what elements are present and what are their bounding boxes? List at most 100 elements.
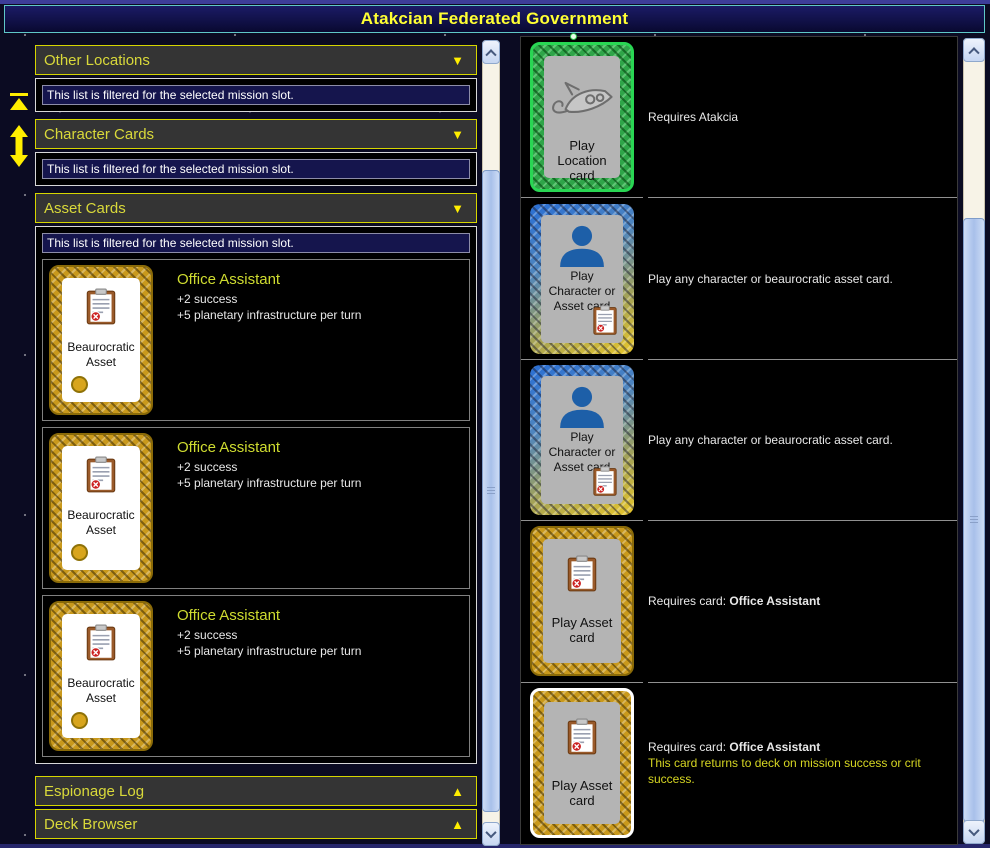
chevron-up-icon: [968, 47, 979, 58]
chevron-down-icon: ▼: [451, 127, 464, 142]
slot-description: Requires card:: [648, 740, 726, 754]
slot-description: Requires Atakcia: [648, 109, 947, 125]
section-body-character-cards: This list is filtered for the selected m…: [35, 152, 477, 186]
chevron-up-icon: ▲: [451, 817, 464, 832]
asset-card-entry[interactable]: Beaurocratic Asset Office Assistant +2 s…: [42, 259, 470, 421]
section-label: Deck Browser: [44, 816, 137, 833]
mission-slot-row: Play Asset card Requires card: Office As…: [521, 521, 957, 682]
section-label: Other Locations: [44, 52, 150, 69]
asset-card-effect: +5 planetary infrastructure per turn: [177, 475, 361, 491]
asset-card-info: Office Assistant +2 success +5 planetary…: [177, 601, 361, 751]
title-bar: Atakcian Federated Government: [4, 5, 985, 33]
slot-description-cell: Requires card: Office Assistant: [648, 521, 957, 682]
section-header-character-cards[interactable]: Character Cards ▼: [35, 119, 477, 149]
play-location-card-slot[interactable]: Play Location card: [530, 42, 634, 192]
asset-card-entry[interactable]: Beaurocratic Asset Office Assistant +2 s…: [42, 595, 470, 757]
scrollbar-thumb[interactable]: [482, 170, 500, 812]
grip-icon: [487, 487, 495, 495]
slot-description-cell: Requires card: Office Assistant This car…: [648, 683, 957, 844]
vertical-resize-icon[interactable]: [7, 124, 31, 168]
section-label: Asset Cards: [44, 200, 126, 217]
asset-card-effect: +5 planetary infrastructure per turn: [177, 643, 361, 659]
section-header-deck-browser[interactable]: Deck Browser ▲: [35, 809, 477, 839]
rocket-icon: [546, 78, 618, 124]
clipboard-icon: [566, 555, 598, 593]
asset-card-name: Office Assistant: [177, 607, 361, 624]
section-header-asset-cards[interactable]: Asset Cards ▼: [35, 193, 477, 223]
cost-dot-icon: [71, 544, 88, 561]
play-character-or-asset-card-slot[interactable]: Play Character or Asset card: [530, 204, 634, 354]
asset-card-effect: +2 success: [177, 459, 361, 475]
clipboard-icon: [566, 718, 598, 756]
slot-description: Requires card:: [648, 594, 726, 608]
filter-notice: This list is filtered for the selected m…: [42, 233, 470, 253]
asset-card-effect: +5 planetary infrastructure per turn: [177, 307, 361, 323]
chevron-down-icon: [485, 827, 496, 838]
slot-indicator-dot: [570, 33, 577, 40]
right-panel-scrollbar[interactable]: [963, 38, 985, 844]
filter-notice: This list is filtered for the selected m…: [42, 159, 470, 179]
asset-card-info: Office Assistant +2 success +5 planetary…: [177, 265, 361, 415]
slot-label: Play Asset card: [544, 778, 620, 808]
page-title: Atakcian Federated Government: [361, 9, 629, 29]
clipboard-icon: [85, 288, 117, 326]
slot-label: Play Location card: [544, 138, 620, 183]
asset-card-thumbnail[interactable]: Beaurocratic Asset: [49, 433, 153, 583]
section-header-espionage-log[interactable]: Espionage Log ▲: [35, 776, 477, 806]
window-top-edge: [0, 0, 990, 4]
mission-slot-panel: Play Location card Requires Atakcia Play…: [520, 36, 958, 845]
section-label: Character Cards: [44, 126, 154, 143]
slot-description-cell: Play any character or beaurocratic asset…: [648, 360, 957, 521]
chevron-down-icon: ▼: [451, 53, 464, 68]
clipboard-icon: [592, 305, 618, 336]
asset-card-info: Office Assistant +2 success +5 planetary…: [177, 433, 361, 583]
asset-card-name: Office Assistant: [177, 271, 361, 288]
scroll-down-button[interactable]: [482, 822, 500, 846]
scrollbar-thumb[interactable]: [963, 218, 985, 822]
scroll-up-button[interactable]: [482, 40, 500, 64]
grip-icon: [970, 516, 978, 524]
mission-slot-row: Play Location card Requires Atakcia: [521, 37, 957, 198]
asset-card-thumbnail[interactable]: Beaurocratic Asset: [49, 265, 153, 415]
section-label: Espionage Log: [44, 783, 144, 800]
required-card-name: Office Assistant: [729, 740, 820, 754]
card-face-label: Beaurocratic Asset: [62, 508, 140, 538]
card-face-label: Beaurocratic Asset: [62, 340, 140, 370]
asset-card-entry[interactable]: Beaurocratic Asset Office Assistant +2 s…: [42, 427, 470, 589]
clipboard-icon: [85, 624, 117, 662]
slot-description-cell: Play any character or beaurocratic asset…: [648, 198, 957, 359]
required-card-name: Office Assistant: [729, 594, 820, 608]
left-panel-scrollbar[interactable]: [482, 40, 500, 846]
slot-description: Play any character or beaurocratic asset…: [648, 271, 947, 287]
asset-card-name: Office Assistant: [177, 439, 361, 456]
asset-card-thumbnail[interactable]: Beaurocratic Asset: [49, 601, 153, 751]
scroll-down-button[interactable]: [963, 820, 985, 844]
chevron-up-icon: [485, 49, 496, 60]
play-asset-card-slot[interactable]: Play Asset card: [530, 526, 634, 676]
slot-label: Play Asset card: [543, 615, 621, 645]
scroll-up-button[interactable]: [963, 38, 985, 62]
clipboard-icon: [592, 466, 618, 497]
chevron-up-icon: ▲: [451, 784, 464, 799]
section-body-other-locations: This list is filtered for the selected m…: [35, 78, 477, 112]
section-header-other-locations[interactable]: Other Locations ▼: [35, 45, 477, 75]
play-asset-card-slot-selected[interactable]: Play Asset card: [530, 688, 634, 838]
scroll-top-icon[interactable]: [8, 92, 30, 112]
slot-note: This card returns to deck on mission suc…: [648, 755, 947, 787]
filter-notice: This list is filtered for the selected m…: [42, 85, 470, 105]
section-body-asset-cards: This list is filtered for the selected m…: [35, 226, 477, 764]
mission-slot-row: Play Character or Asset card P: [521, 360, 957, 521]
clipboard-icon: [85, 456, 117, 494]
cost-dot-icon: [71, 376, 88, 393]
mission-slot-row: Play Asset card Requires card: Office As…: [521, 683, 957, 844]
chevron-down-icon: ▼: [451, 201, 464, 216]
play-character-or-asset-card-slot[interactable]: Play Character or Asset card: [530, 365, 634, 515]
person-icon: [556, 386, 608, 428]
cost-dot-icon: [71, 712, 88, 729]
mission-slot-row: Play Character or Asset card P: [521, 198, 957, 359]
asset-card-effect: +2 success: [177, 627, 361, 643]
card-list-panel: Other Locations ▼ This list is filtered …: [35, 45, 477, 839]
card-face-label: Beaurocratic Asset: [62, 676, 140, 706]
chevron-down-icon: [968, 825, 979, 836]
person-icon: [556, 225, 608, 267]
